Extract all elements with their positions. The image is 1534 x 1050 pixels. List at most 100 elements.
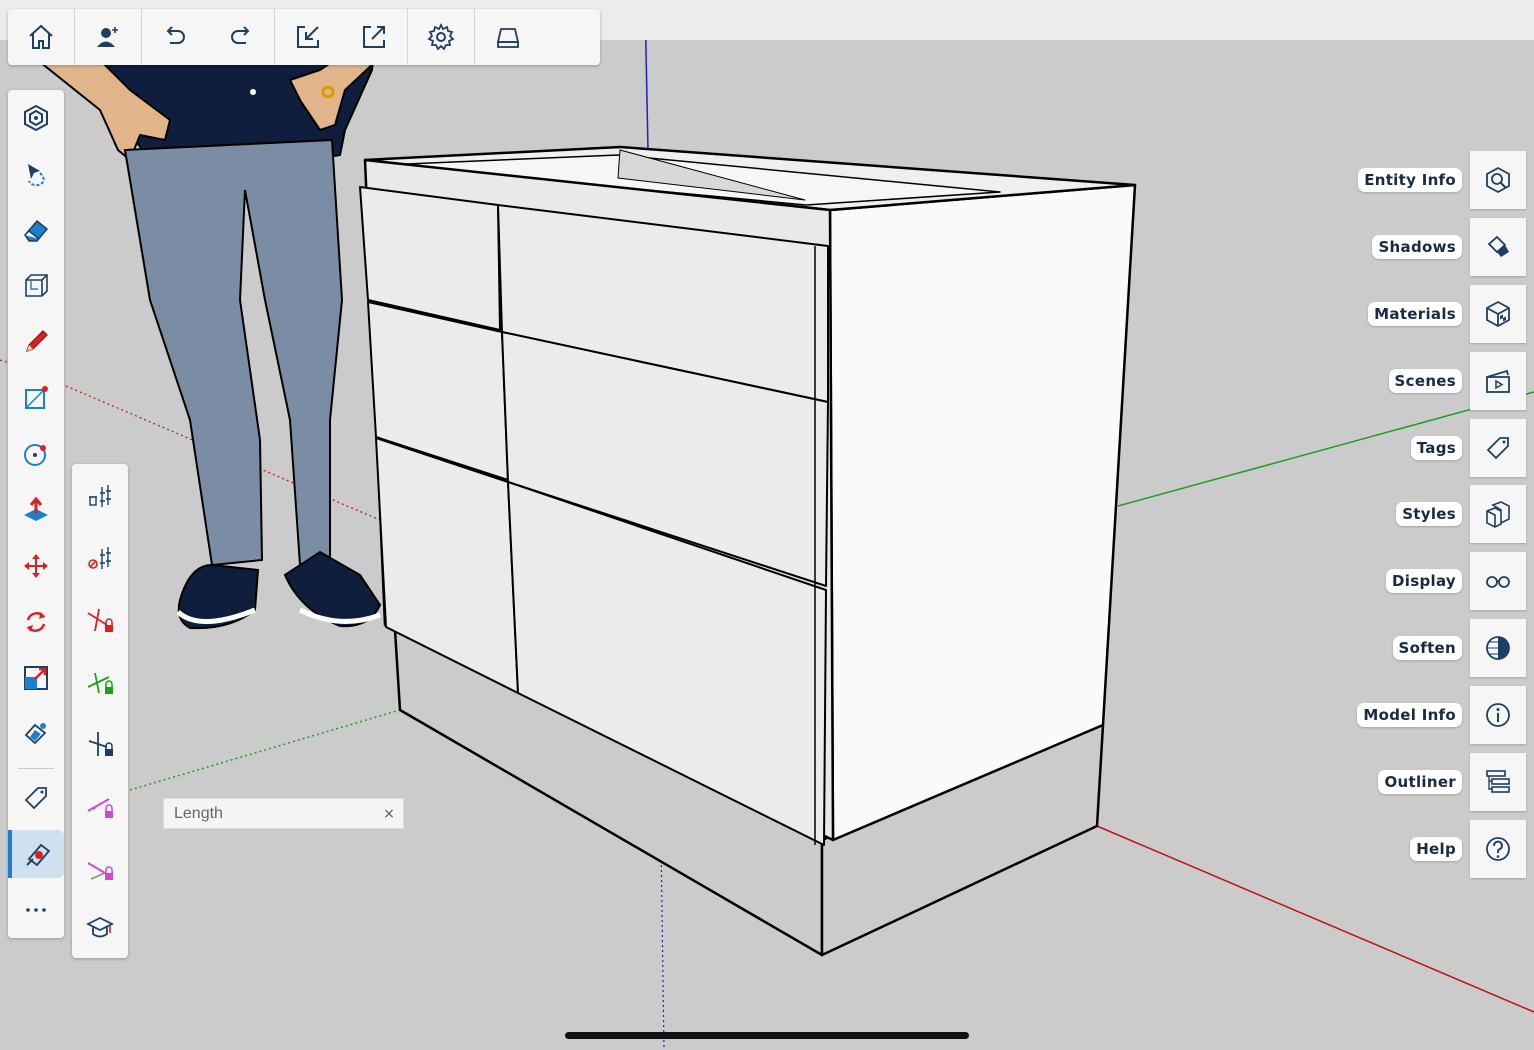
tray-scenes[interactable]: Scenes bbox=[1388, 352, 1526, 410]
paint-bucket-icon bbox=[24, 723, 47, 745]
tag-icon bbox=[24, 787, 47, 810]
tray-tags[interactable]: Tags bbox=[1410, 419, 1526, 477]
settings-button[interactable] bbox=[408, 9, 474, 65]
viewport-canvas[interactable] bbox=[0, 0, 1534, 1050]
rotate-icon bbox=[26, 612, 46, 632]
materials-button[interactable] bbox=[1470, 285, 1526, 343]
tray-label-help[interactable]: Help bbox=[1410, 837, 1462, 861]
tag-tool[interactable] bbox=[8, 774, 64, 822]
tags-button[interactable] bbox=[1470, 419, 1526, 477]
shadows-icon bbox=[1487, 235, 1509, 257]
lock-green-axis-tool[interactable] bbox=[72, 660, 128, 704]
eraser-icon bbox=[24, 219, 49, 242]
tray-outliner[interactable]: Outliner bbox=[1378, 753, 1526, 811]
learn-icon bbox=[85, 916, 115, 938]
learn-tool[interactable] bbox=[72, 906, 128, 950]
help-button[interactable] bbox=[1470, 820, 1526, 878]
home-button[interactable] bbox=[8, 9, 74, 65]
tray-label-outliner[interactable]: Outliner bbox=[1378, 770, 1462, 794]
undo-button[interactable] bbox=[142, 9, 208, 65]
more-icon bbox=[26, 908, 46, 912]
add-person-icon bbox=[97, 27, 118, 47]
tray-display[interactable]: Display bbox=[1386, 552, 1526, 610]
outliner-button[interactable] bbox=[1470, 753, 1526, 811]
home-icon bbox=[29, 24, 53, 49]
lock-red-axis-icon bbox=[87, 608, 113, 632]
pencil-icon bbox=[26, 330, 48, 352]
scale-tool[interactable] bbox=[8, 654, 64, 702]
measurements-box[interactable]: Length × bbox=[163, 798, 404, 829]
paint-bucket-tool[interactable] bbox=[8, 710, 64, 758]
toolbar-group-drive bbox=[475, 9, 541, 65]
lock-magenta-icon bbox=[87, 798, 113, 818]
tray-shadows[interactable]: Shadows bbox=[1372, 218, 1526, 276]
tray-label-display[interactable]: Display bbox=[1386, 569, 1462, 593]
tray-label-tags[interactable]: Tags bbox=[1410, 436, 1462, 460]
measurements-clear-button[interactable]: × bbox=[375, 806, 403, 822]
display-button[interactable] bbox=[1470, 552, 1526, 610]
scenes-button[interactable] bbox=[1470, 352, 1526, 410]
toolbar-group-settings bbox=[408, 9, 475, 65]
model-info-button[interactable] bbox=[1470, 686, 1526, 744]
lock-red-axis-tool[interactable] bbox=[72, 598, 128, 642]
tray-label-materials[interactable]: Materials bbox=[1368, 302, 1462, 326]
import-button[interactable] bbox=[275, 9, 341, 65]
tray-label-model-info[interactable]: Model Info bbox=[1357, 703, 1462, 727]
components-icon bbox=[25, 274, 48, 297]
move-tool[interactable] bbox=[8, 542, 64, 590]
settings-icon bbox=[427, 22, 455, 51]
tray-label-styles[interactable]: Styles bbox=[1396, 502, 1462, 526]
undo-icon bbox=[166, 26, 185, 44]
tray-label-shadows[interactable]: Shadows bbox=[1372, 235, 1462, 259]
entity-info-button[interactable] bbox=[1470, 151, 1526, 209]
entity-info-icon bbox=[1486, 166, 1510, 194]
orbit-icon bbox=[24, 104, 48, 132]
select-tool[interactable] bbox=[8, 150, 64, 198]
hide-guides-tool[interactable] bbox=[72, 536, 128, 580]
circle-tool[interactable] bbox=[8, 430, 64, 478]
add-person-button[interactable] bbox=[75, 9, 141, 65]
eraser-tool[interactable] bbox=[8, 206, 64, 254]
measurements-label: Length bbox=[174, 804, 223, 822]
push-pull-tool[interactable] bbox=[8, 486, 64, 534]
toolbar-group-history bbox=[142, 9, 275, 65]
lock-green-axis-icon bbox=[87, 672, 113, 694]
lock-inference-tool[interactable] bbox=[72, 846, 128, 890]
toolbar-group-home bbox=[8, 9, 75, 65]
components-tool[interactable] bbox=[8, 262, 64, 310]
delete-guides-tool[interactable] bbox=[72, 474, 128, 518]
more-tools-button[interactable] bbox=[8, 886, 64, 934]
tray-label-scenes[interactable]: Scenes bbox=[1388, 369, 1462, 393]
tray-label-entity-info[interactable]: Entity Info bbox=[1358, 168, 1462, 192]
import-icon bbox=[297, 26, 319, 48]
tape-measure-icon bbox=[26, 843, 51, 867]
redo-button[interactable] bbox=[208, 9, 274, 65]
help-icon bbox=[1486, 837, 1510, 861]
tray-styles[interactable]: Styles bbox=[1396, 485, 1526, 543]
drive-button[interactable] bbox=[475, 9, 541, 65]
drive-icon bbox=[496, 28, 520, 48]
styles-button[interactable] bbox=[1470, 485, 1526, 543]
tray-entity-info[interactable]: Entity Info bbox=[1358, 151, 1526, 209]
pencil-tool[interactable] bbox=[8, 318, 64, 366]
tray-materials[interactable]: Materials bbox=[1368, 285, 1526, 343]
orbit-tool[interactable] bbox=[8, 94, 64, 142]
tray-label-soften[interactable]: Soften bbox=[1392, 636, 1462, 660]
lock-blue-axis-tool[interactable] bbox=[72, 722, 128, 766]
rectangle-tool[interactable] bbox=[8, 374, 64, 422]
export-button[interactable] bbox=[341, 9, 407, 65]
soften-button[interactable] bbox=[1470, 619, 1526, 677]
shadows-button[interactable] bbox=[1470, 218, 1526, 276]
tray-model-info[interactable]: Model Info bbox=[1357, 686, 1526, 744]
rotate-tool[interactable] bbox=[8, 598, 64, 646]
push-pull-icon bbox=[24, 496, 48, 521]
tray-help[interactable]: Help bbox=[1410, 820, 1526, 878]
styles-icon bbox=[1486, 501, 1510, 528]
tape-measure-tool[interactable] bbox=[8, 830, 64, 878]
toolbar-group-profile bbox=[75, 9, 142, 65]
scenes-icon bbox=[1486, 369, 1510, 393]
circle-icon bbox=[24, 444, 46, 466]
lock-magenta-tool[interactable] bbox=[72, 784, 128, 828]
tray-soften[interactable]: Soften bbox=[1392, 619, 1526, 677]
rectangle-icon bbox=[25, 386, 48, 409]
